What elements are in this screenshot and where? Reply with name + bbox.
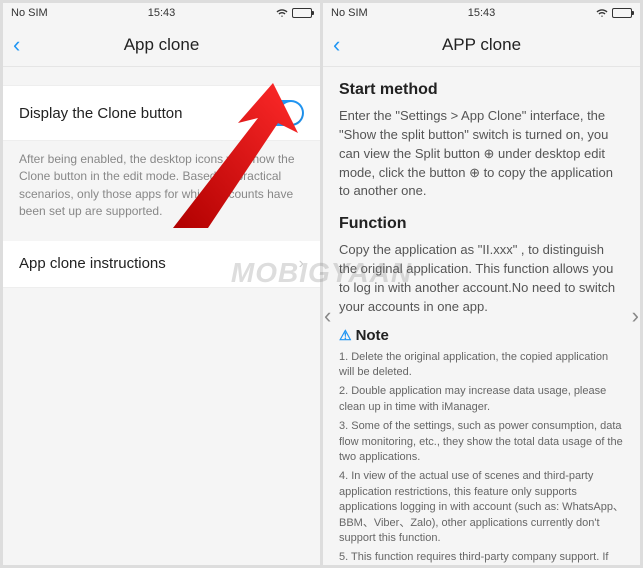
screen-app-clone-settings: No SIM 15:43 ‹ App clone Display the Clo… (3, 3, 320, 565)
nav-bar: ‹ APP clone (323, 23, 640, 67)
display-clone-button-row[interactable]: Display the Clone button (3, 85, 320, 141)
note-header: ⚠ Note (323, 317, 640, 350)
status-sim: No SIM (11, 7, 48, 19)
back-button[interactable]: ‹ (13, 34, 20, 56)
status-time: 15:43 (468, 7, 496, 19)
status-sim: No SIM (331, 7, 368, 19)
screen-app-clone-instructions: No SIM 15:43 ‹ APP clone ‹ › Start metho… (323, 3, 640, 565)
page-prev-icon[interactable]: ‹ (324, 303, 331, 329)
warning-icon: ⚠ (339, 327, 352, 344)
back-button[interactable]: ‹ (333, 34, 340, 56)
status-bar: No SIM 15:43 (323, 3, 640, 23)
note-item: 5. This function requires third-party co… (339, 550, 624, 565)
page-title: App clone (124, 35, 200, 55)
instructions-label: App clone instructions (19, 255, 166, 272)
status-time: 15:43 (148, 7, 176, 19)
content: Display the Clone button After being ena… (3, 67, 320, 565)
toggle-knob (280, 102, 302, 124)
start-method-heading: Start method (339, 81, 624, 99)
nav-bar: ‹ App clone (3, 23, 320, 67)
status-bar: No SIM 15:43 (3, 3, 320, 23)
app-clone-instructions-row[interactable]: App clone instructions › (3, 241, 320, 288)
page-next-icon[interactable]: › (632, 303, 639, 329)
battery-icon (292, 8, 312, 18)
status-right (276, 7, 312, 19)
toggle-label: Display the Clone button (19, 105, 182, 122)
chevron-right-icon: › (299, 255, 304, 273)
function-section: Function Copy the application as "II.xxx… (323, 201, 640, 316)
display-clone-toggle[interactable] (258, 100, 304, 126)
notes-list: 1. Delete the original application, the … (323, 350, 640, 565)
note-item: 2. Double application may increase data … (339, 384, 624, 415)
content: ‹ › Start method Enter the "Settings > A… (323, 67, 640, 565)
note-item: 4. In view of the actual use of scenes a… (339, 469, 624, 546)
function-text: Copy the application as "II.xxx" , to di… (339, 241, 624, 316)
note-item: 3. Some of the settings, such as power c… (339, 419, 624, 465)
function-heading: Function (339, 215, 624, 233)
page-title: APP clone (442, 35, 521, 55)
wifi-icon (596, 7, 608, 19)
battery-icon (612, 8, 632, 18)
toggle-description: After being enabled, the desktop icons w… (3, 141, 320, 241)
note-item: 1. Delete the original application, the … (339, 350, 624, 381)
start-method-section: Start method Enter the "Settings > App C… (323, 67, 640, 201)
start-method-text: Enter the "Settings > App Clone" interfa… (339, 107, 624, 201)
wifi-icon (276, 7, 288, 19)
status-right (596, 7, 632, 19)
note-heading: Note (356, 327, 389, 344)
